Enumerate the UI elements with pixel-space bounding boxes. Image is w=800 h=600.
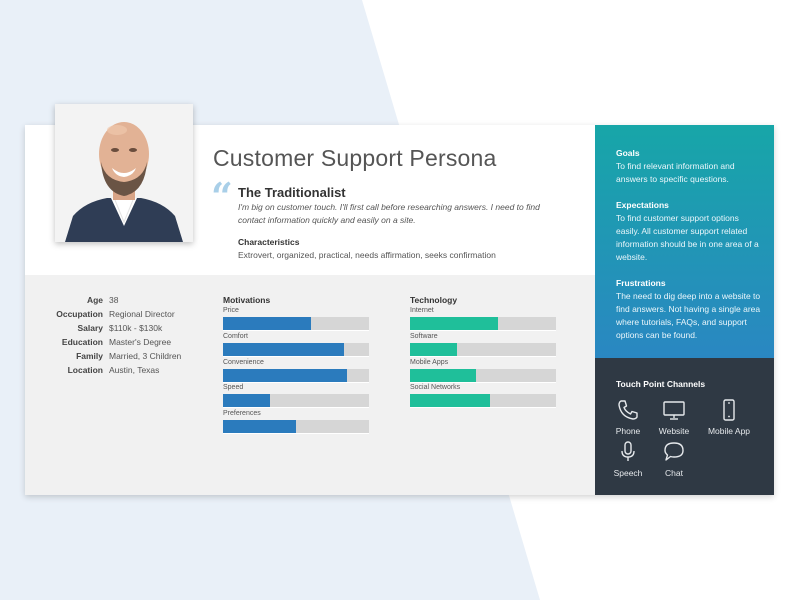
persona-photo: [55, 104, 193, 242]
bar-fill: [410, 317, 498, 330]
channel-phone[interactable]: Phone: [603, 398, 653, 436]
persona-subtitle: The Traditionalist: [238, 185, 346, 200]
persona-quote: I'm big on customer touch. I'll first ca…: [238, 202, 540, 225]
motivation-bar-speed: [223, 394, 369, 408]
bar-fill: [410, 343, 457, 356]
technology-bar-software: [410, 343, 556, 357]
profile-value: Married, 3 Children: [109, 351, 182, 361]
characteristics-heading: Characteristics: [238, 237, 300, 247]
profile-label: Location: [67, 365, 103, 375]
motivation-bar-price: [223, 317, 369, 331]
motivation-bar-preferences: [223, 420, 369, 434]
quote-mark-icon: “: [211, 174, 233, 219]
profile-value: Austin, Texas: [109, 365, 160, 375]
technology-heading: Technology: [410, 295, 458, 305]
characteristics-text: Extrovert, organized, practical, needs a…: [238, 250, 496, 260]
monitor-icon: [663, 401, 685, 420]
profile-value: Master's Degree: [109, 337, 172, 347]
expectations-heading: Expectations: [616, 200, 669, 210]
page-title: Customer Support Persona: [213, 145, 497, 171]
profile-value: Regional Director: [109, 309, 175, 319]
profile-label: Salary: [77, 323, 103, 333]
profile-label: Age: [86, 295, 103, 305]
chat-bubble-icon: [664, 442, 684, 461]
bar-fill: [410, 369, 476, 382]
phone-icon: [618, 400, 638, 420]
touch-point-heading: Touch Point Channels: [616, 379, 706, 389]
goals-panel: Goals To find relevant information and a…: [595, 125, 774, 358]
goals-heading: Goals: [616, 148, 640, 158]
bar-fill: [223, 394, 270, 407]
goals-text: To find relevant information and answers…: [616, 161, 735, 184]
bar-fill: [223, 343, 345, 356]
profile-label: Occupation: [56, 309, 103, 319]
technology-bar-internet: [410, 317, 556, 331]
channel-speech[interactable]: Speech: [603, 440, 653, 478]
bar-fill: [223, 317, 311, 330]
motivation-label: Comfort: [223, 333, 248, 340]
motivation-label: Speed: [223, 384, 244, 391]
channel-chat[interactable]: Chat: [649, 440, 699, 478]
bar-fill: [410, 394, 491, 407]
profile-value: 38: [109, 295, 119, 305]
profile-value: $110k - $130k: [109, 323, 163, 333]
channel-label: Chat: [665, 468, 683, 478]
bar-fill: [223, 369, 348, 382]
profile-label: Family: [76, 351, 103, 361]
channel-label: Mobile App: [707, 426, 751, 436]
technology-label: Software: [410, 333, 438, 340]
frustrations-text: The need to dig deep into a website to f…: [616, 291, 761, 340]
frustrations-heading: Frustrations: [616, 278, 666, 288]
channel-website[interactable]: Website: [649, 398, 699, 436]
channel-label: Phone: [615, 426, 641, 436]
technology-bar-social-networks: [410, 394, 556, 408]
technology-bar-mobile-apps: [410, 369, 556, 383]
motivation-label: Convenience: [223, 359, 264, 366]
profile-label: Education: [61, 337, 103, 347]
touch-point-panel: Touch Point Channels Phone Website Mobil…: [595, 358, 774, 495]
motivation-label: Preferences: [223, 410, 261, 417]
expectations-text: To find customer support options easily.…: [616, 213, 759, 262]
details-section: [25, 275, 595, 495]
channel-label: Website: [658, 426, 690, 436]
bar-fill: [223, 420, 296, 433]
motivation-bar-convenience: [223, 369, 369, 383]
person-avatar-icon: [55, 104, 193, 242]
motivation-label: Price: [223, 307, 239, 314]
motivations-heading: Motivations: [223, 295, 271, 305]
motivation-bar-comfort: [223, 343, 369, 357]
channel-mobile-app[interactable]: Mobile App: [704, 398, 754, 436]
microphone-icon: [621, 441, 635, 461]
smartphone-icon: [723, 399, 735, 421]
technology-label: Social Networks: [410, 384, 461, 391]
channel-label: Speech: [613, 468, 643, 478]
technology-label: Mobile Apps: [410, 359, 449, 366]
technology-label: Internet: [410, 307, 434, 314]
